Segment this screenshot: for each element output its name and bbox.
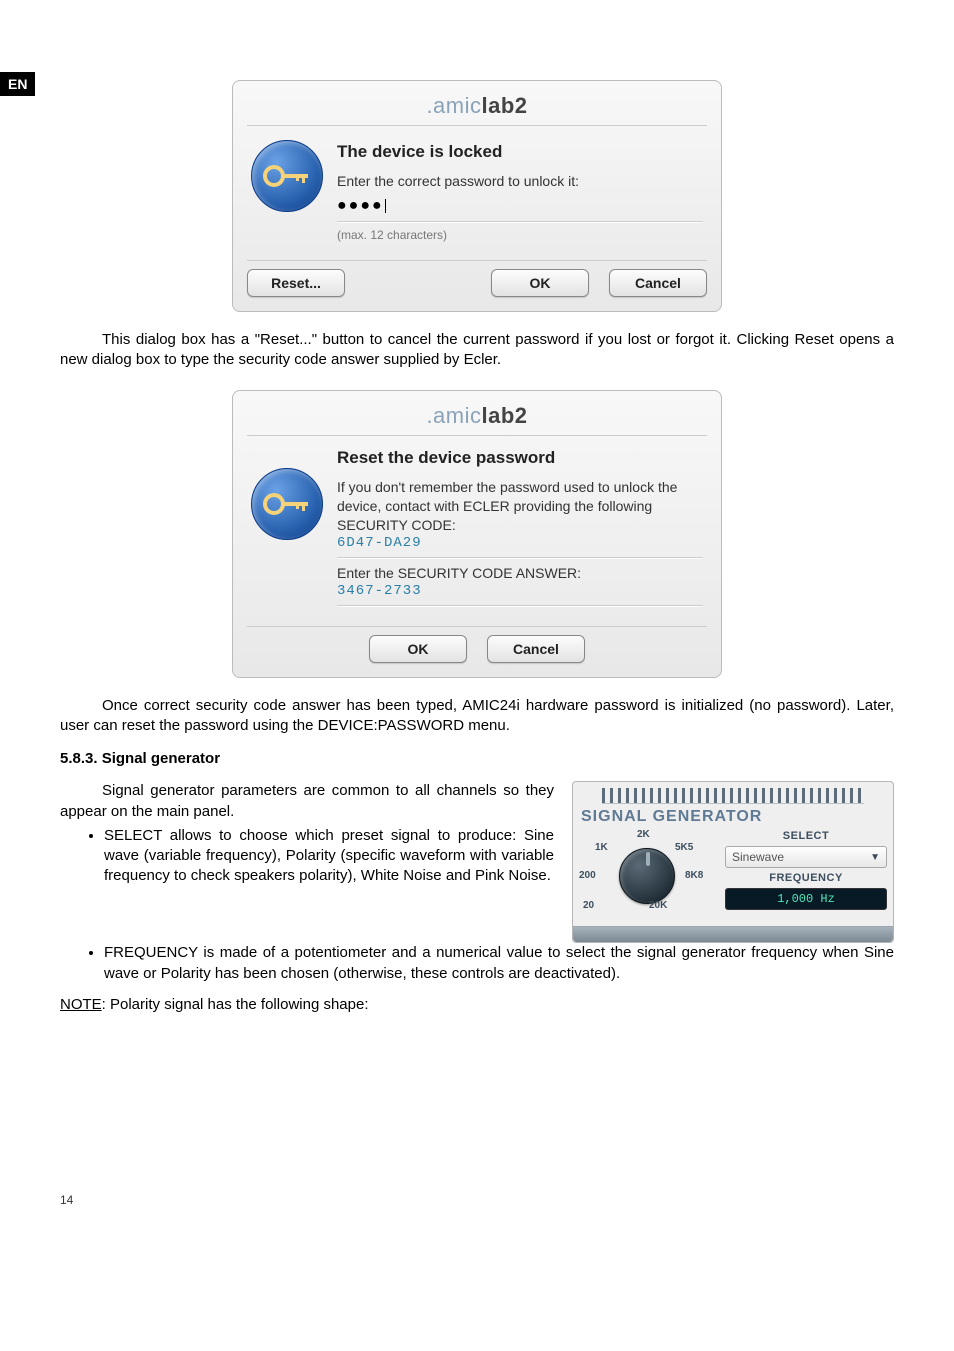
tick-20k: 20K xyxy=(649,900,667,911)
dialog2-title: .amiclab2 xyxy=(247,403,707,436)
frequency-display[interactable]: 1,000 Hz xyxy=(725,888,887,910)
note-label: NOTE xyxy=(60,996,102,1013)
page-number: 14 xyxy=(60,1193,894,1207)
dialog2-text1: If you don't remember the password used … xyxy=(337,478,703,535)
title-mid: lab xyxy=(482,93,515,118)
title-bold: 2 xyxy=(515,93,528,118)
security-code-answer-input[interactable]: 3467-2733 xyxy=(337,583,703,599)
dialog1-title: .amiclab2 xyxy=(247,93,707,126)
password-input[interactable]: ●●●● xyxy=(337,197,703,215)
signal-generator-panel: SIGNAL GENERATOR 20 200 1K 2K 5K5 8K8 20… xyxy=(572,781,894,943)
note-line: NOTE: Polarity signal has the following … xyxy=(60,996,894,1013)
paragraph-2: Once correct security code answer has be… xyxy=(60,696,894,737)
note-text: : Polarity signal has the following shap… xyxy=(102,996,369,1013)
select-label: SELECT xyxy=(725,830,887,842)
frequency-label: FREQUENCY xyxy=(725,872,887,884)
signal-generator-title: SIGNAL GENERATOR xyxy=(581,808,887,826)
chevron-down-icon: ▼ xyxy=(870,852,880,863)
select-value: Sinewave xyxy=(732,850,784,864)
ruler-icon xyxy=(602,788,864,804)
tick-2k: 2K xyxy=(637,829,650,840)
frequency-knob-area[interactable]: 20 200 1K 2K 5K5 8K8 20K xyxy=(579,830,719,922)
cancel-button[interactable]: Cancel xyxy=(487,635,585,663)
title-pre: .amic xyxy=(426,93,481,118)
panel-footer xyxy=(573,926,893,942)
bullet-frequency: FREQUENCY is made of a potentiometer and… xyxy=(104,943,894,984)
tick-200: 200 xyxy=(579,870,596,881)
paragraph-3: Signal generator parameters are common t… xyxy=(60,781,554,822)
reset-password-dialog: .amiclab2 Reset the device password If y… xyxy=(232,390,722,678)
security-code: 6D47-DA29 xyxy=(337,535,703,551)
dialog1-prompt: Enter the correct password to unlock it: xyxy=(337,172,703,191)
tick-20: 20 xyxy=(583,900,594,911)
bullet-select: SELECT allows to choose which preset sig… xyxy=(104,826,554,887)
section-heading: 5.8.3. Signal generator xyxy=(60,750,894,767)
title2-mid: lab xyxy=(482,403,515,428)
tick-8k8: 8K8 xyxy=(685,870,703,881)
dialog2-text2: Enter the SECURITY CODE ANSWER: xyxy=(337,564,703,583)
max-characters-note: (max. 12 characters) xyxy=(337,228,703,242)
key-icon xyxy=(251,468,323,540)
tick-5k5: 5K5 xyxy=(675,842,693,853)
tick-1k: 1K xyxy=(595,842,608,853)
language-badge: EN xyxy=(0,72,35,96)
ok-button[interactable]: OK xyxy=(369,635,467,663)
dialog2-heading: Reset the device password xyxy=(337,448,703,468)
unlock-dialog: .amiclab2 The device is locked Enter the… xyxy=(232,80,722,312)
title2-pre: .amic xyxy=(426,403,481,428)
frequency-knob[interactable] xyxy=(619,848,675,904)
title2-bold: 2 xyxy=(515,403,528,428)
reset-button[interactable]: Reset... xyxy=(247,269,345,297)
key-icon xyxy=(251,140,323,212)
paragraph-1: This dialog box has a "Reset..." button … xyxy=(60,330,894,371)
ok-button[interactable]: OK xyxy=(491,269,589,297)
cancel-button[interactable]: Cancel xyxy=(609,269,707,297)
dialog1-heading: The device is locked xyxy=(337,142,703,162)
select-dropdown[interactable]: Sinewave ▼ xyxy=(725,846,887,868)
